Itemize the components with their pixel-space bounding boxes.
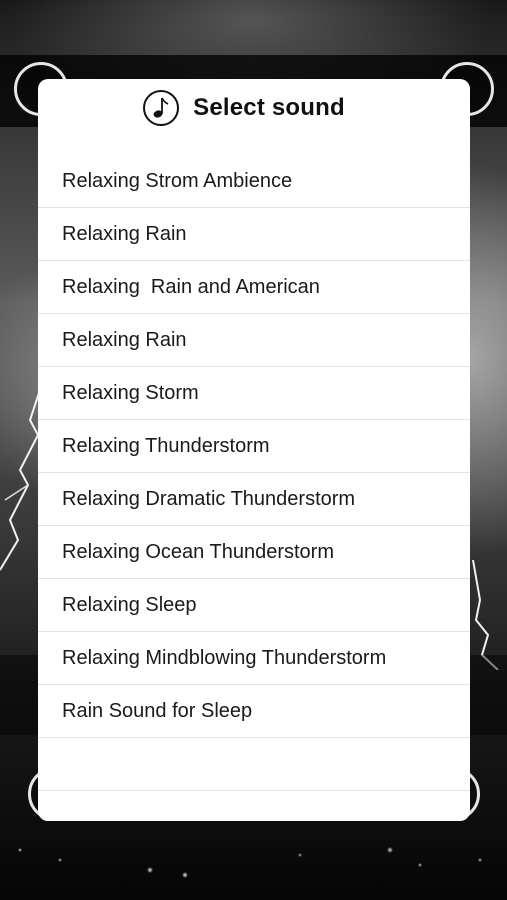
sound-list-item[interactable]: Relaxing Mindblowing Thunderstorm [38,632,470,685]
sound-list-item[interactable]: Relaxing Strom Ambience [38,155,470,208]
app-screen: Select sound Relaxing Strom Ambience Rela… [0,0,507,900]
sound-list-item[interactable]: Relaxing Thunderstorm [38,420,470,473]
sheet-header: Select sound [38,79,470,135]
sound-list-item[interactable]: Relaxing Ocean Thunderstorm [38,526,470,579]
sound-item-label: Relaxing Rain [62,222,187,245]
sound-item-label: Relaxing Storm [62,381,199,404]
sound-item-label: Rain Sound for Sleep [62,699,253,722]
music-note-icon [143,90,180,126]
city-lights [0,830,507,900]
sound-item-label: Relaxing Rain and American [62,275,320,298]
sound-item-label: Relaxing Ocean Thunderstorm [62,540,334,563]
sound-list-item[interactable]: Relaxing Rain [38,208,470,261]
sound-list: Relaxing Strom Ambience Relaxing Rain Rela… [38,155,470,791]
sound-item-label: Relaxing Rain [62,328,187,351]
sound-item-label: Relaxing Thunderstorm [62,434,270,457]
sound-list-item[interactable]: Relaxing Rain and American [38,261,470,314]
sound-item-label: Relaxing Strom Ambience [62,169,293,192]
sound-list-item[interactable]: Relaxing Storm [38,367,470,420]
select-sound-sheet: Select sound Relaxing Strom Ambience Rela… [38,79,470,821]
sound-item-label: Relaxing Mindblowing Thunderstorm [62,646,387,669]
sound-item-label: Relaxing Dramatic Thunderstorm [62,487,356,510]
sound-list-item[interactable]: Relaxing Rain [38,314,470,367]
sound-list-item [38,738,470,791]
sound-list-item[interactable]: Relaxing Sleep [38,579,470,632]
sound-item-label: Relaxing Sleep [62,593,197,616]
sheet-title: Select sound [193,94,345,121]
sound-list-item[interactable]: Rain Sound for Sleep [38,685,470,738]
sound-list-item[interactable]: Relaxing Dramatic Thunderstorm [38,473,470,526]
